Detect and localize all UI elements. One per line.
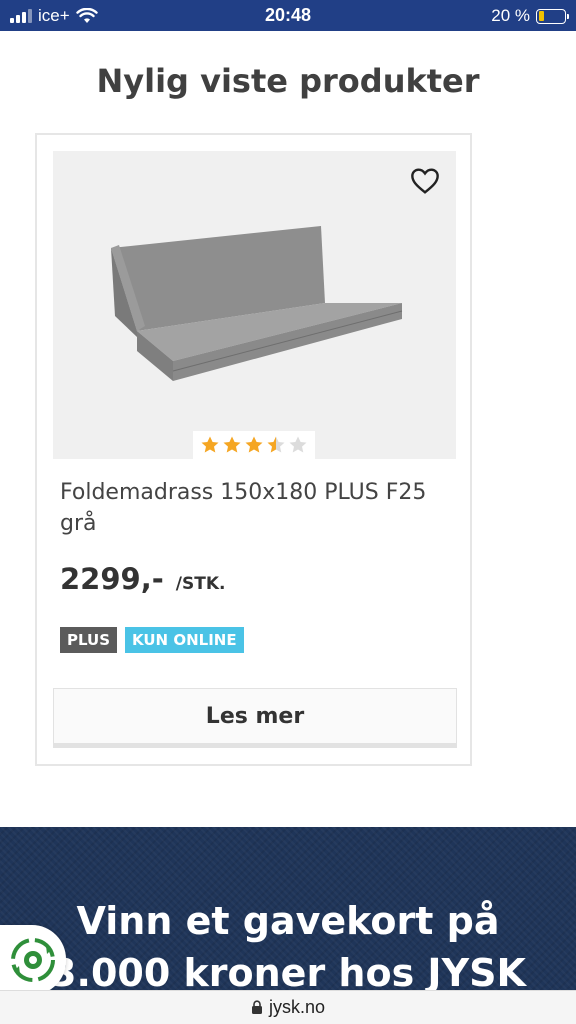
clock: 20:48 bbox=[264, 5, 312, 25]
star-icon bbox=[267, 436, 285, 453]
badges: PLUS KUN ONLINE bbox=[60, 627, 244, 653]
floating-action-button[interactable] bbox=[0, 925, 66, 995]
price-unit: /STK. bbox=[175, 574, 226, 594]
banner-line-2: 3.000 kroner hos JYSK bbox=[50, 951, 526, 990]
star-icon bbox=[223, 436, 241, 453]
mattress-image bbox=[111, 226, 403, 381]
recycle-icon bbox=[11, 938, 55, 982]
browser-url-bar[interactable]: jysk.no bbox=[0, 990, 576, 1024]
star-icon bbox=[245, 436, 263, 453]
online-only-badge: KUN ONLINE bbox=[125, 627, 244, 653]
product-title[interactable]: Foldemadrass 150x180 PLUS F25 grå bbox=[60, 477, 460, 539]
product-card[interactable]: Foldemadrass 150x180 PLUS F25 grå 2299,-… bbox=[35, 133, 472, 766]
battery-percent: 20 % bbox=[491, 6, 530, 25]
promo-banner[interactable]: Vinn et gavekort på 3.000 kroner hos JYS… bbox=[0, 827, 576, 990]
rating-stars bbox=[193, 431, 315, 459]
battery-icon bbox=[536, 8, 569, 24]
banner-line-1: Vinn et gavekort på bbox=[76, 899, 500, 943]
star-icon bbox=[201, 436, 219, 453]
plus-badge: PLUS bbox=[60, 627, 118, 653]
banner-text: Vinn et gavekort på 3.000 kroner hos JYS… bbox=[0, 895, 576, 990]
star-icon bbox=[289, 436, 307, 453]
battery-fill bbox=[538, 11, 544, 21]
lock-icon bbox=[251, 1000, 262, 1014]
product-image[interactable] bbox=[53, 151, 456, 459]
status-right: 20 % bbox=[491, 6, 569, 26]
read-more-button[interactable]: Les mer bbox=[53, 688, 457, 748]
url-text: jysk.no bbox=[268, 997, 326, 1017]
price-row: 2299,- /STK. bbox=[60, 562, 225, 596]
status-bar: ice+ 20:48 20 % bbox=[0, 0, 576, 31]
page-title: Nylig viste produkter bbox=[96, 62, 480, 100]
price-value: 2299,- bbox=[60, 562, 164, 596]
heart-icon[interactable] bbox=[408, 165, 442, 197]
